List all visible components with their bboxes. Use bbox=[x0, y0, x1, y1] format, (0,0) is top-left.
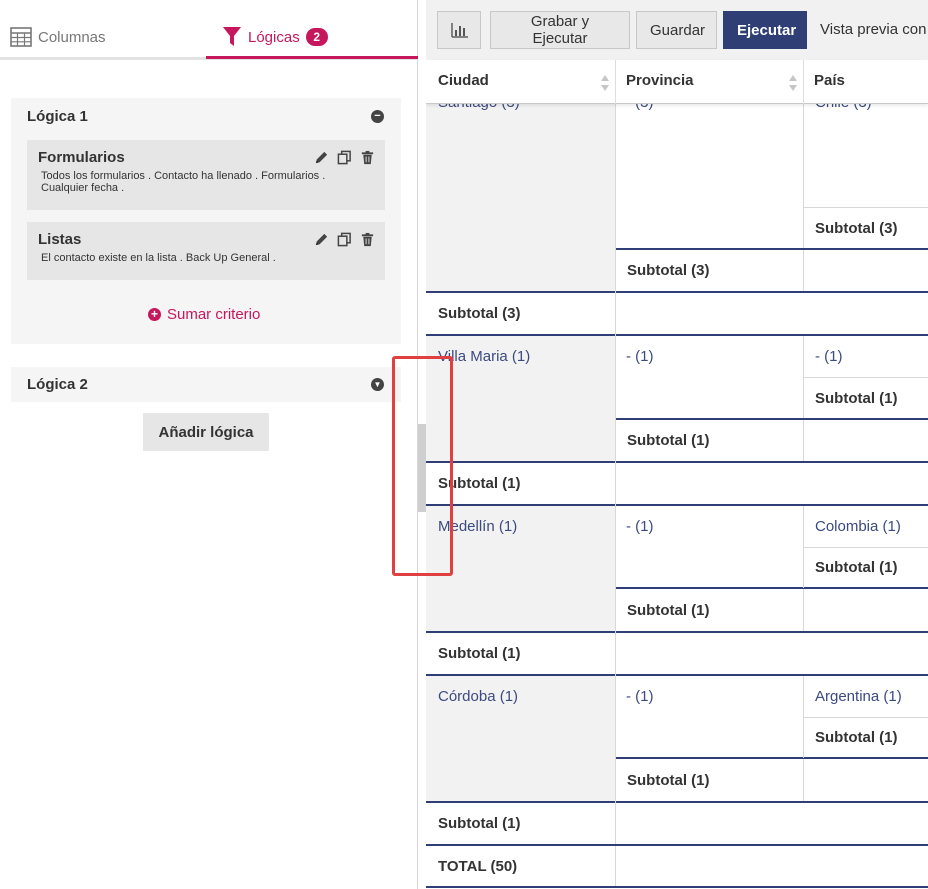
province-subtotal: Subtotal (1) bbox=[627, 772, 710, 789]
edit-pencil-icon[interactable] bbox=[314, 232, 329, 247]
tab-logics-label: Lógicas bbox=[248, 28, 300, 46]
city-subtotal: Subtotal (1) bbox=[438, 645, 521, 662]
logic-1-title: Lógica 1 bbox=[27, 108, 88, 125]
country-cell[interactable]: - (1) bbox=[815, 348, 843, 365]
column-divider bbox=[615, 846, 616, 886]
tab-logics[interactable]: Lógicas 2 bbox=[222, 22, 328, 52]
row-divider bbox=[803, 377, 928, 378]
criterion-forms: Formularios Todos los formularios . Cont… bbox=[27, 140, 385, 210]
report-toolbar: Grabar y Ejecutar Guardar Ejecutar Vista… bbox=[426, 0, 928, 60]
country-subtotal: Subtotal (1) bbox=[815, 729, 898, 746]
criterion-actions bbox=[314, 232, 375, 247]
tab-columns-label: Columnas bbox=[38, 28, 106, 46]
subtotal-divider bbox=[426, 631, 928, 633]
column-divider bbox=[803, 589, 804, 631]
column-divider bbox=[803, 676, 804, 758]
chart-button[interactable] bbox=[437, 11, 481, 49]
criterion-desc-line: Todos los formularios . Contacto ha llen… bbox=[41, 170, 326, 182]
grand-total: TOTAL (50) bbox=[438, 858, 518, 875]
row-divider bbox=[803, 547, 928, 548]
province-cell[interactable]: - (1) bbox=[626, 518, 654, 535]
subtotal-divider bbox=[426, 291, 928, 293]
trash-icon[interactable] bbox=[360, 150, 375, 165]
column-divider bbox=[803, 759, 804, 801]
plus-circle-icon: + bbox=[148, 308, 161, 321]
save-button[interactable]: Guardar bbox=[636, 11, 717, 49]
column-divider bbox=[615, 104, 616, 844]
add-criterion-link[interactable]: + Sumar criterio bbox=[148, 306, 260, 323]
copy-icon[interactable] bbox=[337, 150, 352, 165]
criterion-description: El contacto existe en la lista . Back Up… bbox=[41, 252, 341, 264]
panel-tabs: Columnas Lógicas 2 bbox=[0, 0, 418, 60]
subtotal-divider bbox=[615, 418, 928, 420]
tab-columns[interactable]: Columnas bbox=[10, 22, 106, 52]
copy-icon[interactable] bbox=[337, 232, 352, 247]
subtotal-divider bbox=[615, 587, 928, 589]
column-header-province[interactable]: Provincia bbox=[626, 72, 694, 89]
column-header-city[interactable]: Ciudad bbox=[438, 72, 489, 89]
province-subtotal: Subtotal (1) bbox=[627, 602, 710, 619]
subtotal-divider bbox=[615, 757, 928, 759]
criterion-desc-line: Cualquier fecha . bbox=[41, 182, 125, 194]
province-cell[interactable]: - (1) bbox=[626, 688, 654, 705]
city-cell[interactable]: Córdoba (1) bbox=[438, 688, 518, 705]
sort-icon[interactable] bbox=[789, 75, 797, 91]
record-and-run-button[interactable]: Grabar y Ejecutar bbox=[490, 11, 630, 49]
city-subtotal: Subtotal (3) bbox=[438, 305, 521, 322]
column-header-country[interactable]: País bbox=[814, 72, 845, 89]
row-divider bbox=[803, 717, 928, 718]
column-separator bbox=[803, 60, 804, 104]
row-divider bbox=[803, 207, 928, 208]
country-cell[interactable]: Colombia (1) bbox=[815, 518, 901, 535]
table-header: Ciudad Provincia País bbox=[426, 60, 928, 104]
add-criterion-label: Sumar criterio bbox=[167, 306, 261, 323]
bar-chart-icon bbox=[451, 23, 468, 38]
country-cell[interactable]: Argentina (1) bbox=[815, 688, 902, 705]
logic-1-box: Lógica 1 − Formularios Todos los formula… bbox=[11, 98, 401, 344]
edit-pencil-icon[interactable] bbox=[314, 150, 329, 165]
subtotal-divider bbox=[426, 844, 928, 846]
column-separator bbox=[615, 60, 616, 104]
column-divider bbox=[803, 506, 804, 588]
country-subtotal: Subtotal (1) bbox=[815, 390, 898, 407]
logic-panel: Columnas Lógicas 2 Lógica 1 − Formulario… bbox=[0, 0, 418, 889]
sort-icon[interactable] bbox=[601, 75, 609, 91]
report-area: Grabar y Ejecutar Guardar Ejecutar Vista… bbox=[426, 0, 928, 889]
subtotal-divider bbox=[426, 461, 928, 463]
criterion-lists: Listas El contacto existe en la lista . … bbox=[27, 222, 385, 280]
logics-count-badge: 2 bbox=[305, 28, 328, 46]
criterion-actions bbox=[314, 150, 375, 165]
column-divider bbox=[803, 104, 804, 248]
expand-chevron-icon[interactable]: ▼ bbox=[371, 378, 384, 391]
logic-2-box[interactable]: Lógica 2 ▼ bbox=[11, 367, 401, 402]
trash-icon[interactable] bbox=[360, 232, 375, 247]
criterion-title: Listas bbox=[38, 231, 82, 248]
run-button[interactable]: Ejecutar bbox=[723, 11, 807, 49]
column-divider bbox=[803, 250, 804, 291]
collapse-icon[interactable]: − bbox=[371, 110, 384, 123]
province-subtotal: Subtotal (1) bbox=[627, 432, 710, 449]
table-icon bbox=[10, 27, 32, 47]
city-subtotal: Subtotal (1) bbox=[438, 815, 521, 832]
logic-2-title: Lógica 2 bbox=[27, 376, 88, 393]
preview-label: Vista previa con bbox=[820, 21, 927, 38]
results-table: Ciudad Provincia País Santiago (3) - (3)… bbox=[426, 60, 928, 889]
country-subtotal: Subtotal (1) bbox=[815, 559, 898, 576]
column-divider bbox=[803, 420, 804, 461]
criterion-desc-line: El contacto existe en la lista . Back Up… bbox=[41, 252, 276, 264]
highlight-annotation-box bbox=[392, 356, 453, 576]
subtotal-divider bbox=[426, 801, 928, 803]
filter-icon bbox=[223, 27, 241, 46]
active-tab-indicator bbox=[206, 56, 418, 59]
total-divider bbox=[426, 886, 928, 888]
criterion-description: Todos los formularios . Contacto ha llen… bbox=[41, 170, 341, 194]
column-divider bbox=[803, 336, 804, 418]
add-logic-button[interactable]: Añadir lógica bbox=[143, 413, 269, 451]
criterion-title: Formularios bbox=[38, 149, 125, 166]
province-cell[interactable]: - (1) bbox=[626, 348, 654, 365]
subtotal-divider bbox=[615, 248, 928, 250]
province-subtotal: Subtotal (3) bbox=[627, 262, 710, 279]
country-subtotal: Subtotal (3) bbox=[815, 220, 898, 237]
